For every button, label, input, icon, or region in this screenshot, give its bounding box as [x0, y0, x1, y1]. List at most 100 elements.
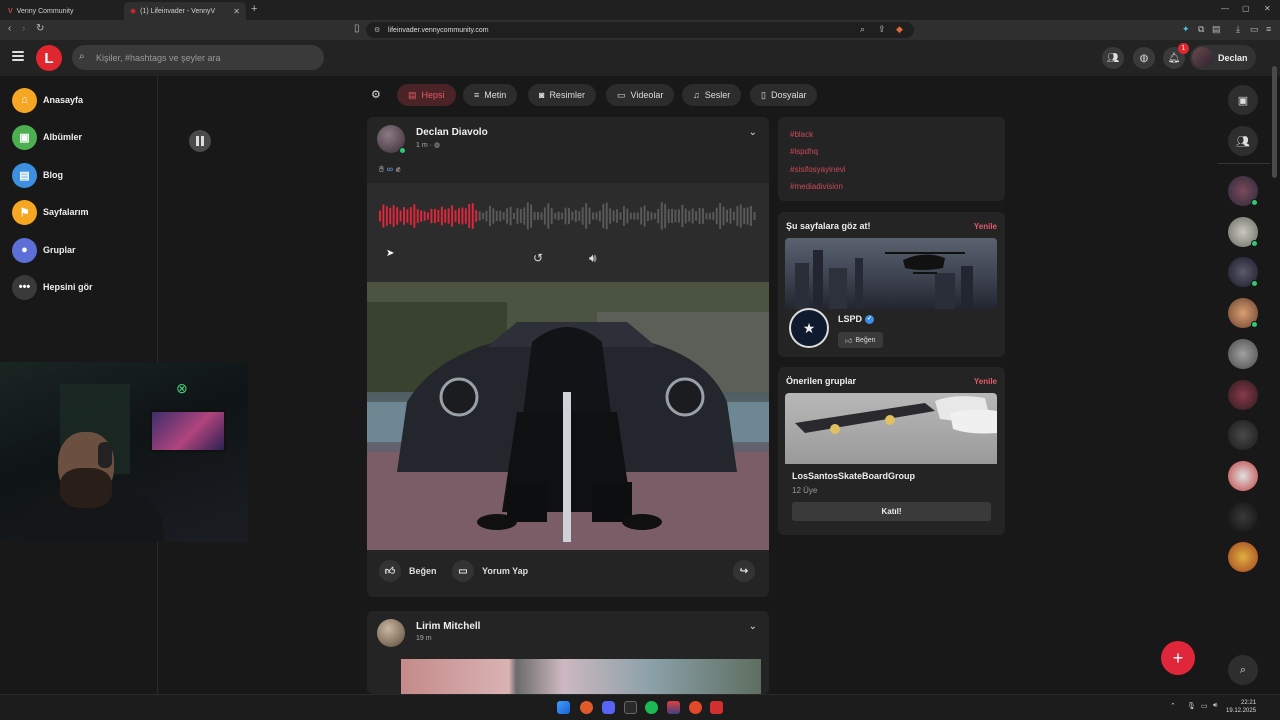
sidebar-item-albumler[interactable]: ▣ Albümler — [12, 124, 82, 150]
page-cover-image[interactable] — [785, 238, 997, 309]
spotify-icon[interactable] — [645, 701, 658, 714]
group-cover-image[interactable] — [785, 393, 997, 464]
scrollbar[interactable] — [1272, 66, 1277, 178]
browser-tab-venny[interactable]: V Venny Community — [2, 2, 120, 20]
filter-audio[interactable]: ♫ Sesler — [682, 84, 742, 106]
network-icon[interactable]: ▭ — [1201, 702, 1208, 710]
extensions-icon[interactable]: ✦ — [1182, 24, 1190, 35]
post-image[interactable] — [367, 282, 769, 550]
filter-files[interactable]: ▯ Dosyalar — [750, 84, 818, 106]
sidebar-item-anasayfa[interactable]: ⌂ Anasayfa — [12, 87, 83, 113]
volume-icon[interactable]: 🔊︎ — [589, 251, 597, 266]
friends-icon[interactable]: 👥︎ — [1102, 47, 1124, 69]
chevron-down-icon[interactable]: ⌄ — [749, 621, 757, 632]
contact-avatar[interactable] — [1228, 502, 1258, 532]
sidebar-item-blog[interactable]: ▤ Blog — [12, 162, 63, 188]
join-group-button[interactable]: Katıl! — [792, 502, 991, 521]
filter-text[interactable]: ≡ Metin — [463, 84, 518, 106]
tray-chevron-icon[interactable]: ⌃ — [1170, 702, 1176, 710]
windows-start-icon[interactable] — [557, 701, 570, 714]
share-icon[interactable]: ⇪ — [878, 24, 886, 35]
filter-settings-icon[interactable]: ⚙ — [371, 88, 381, 101]
filter-videos[interactable]: ▭ Videolar — [606, 84, 675, 106]
contact-avatar[interactable] — [1228, 461, 1258, 491]
replay-icon[interactable]: ↺ — [533, 251, 543, 265]
waveform-bar — [458, 208, 460, 224]
waveform-bar — [712, 212, 715, 220]
lifeinvader-logo[interactable]: L — [36, 45, 62, 71]
close-window-button[interactable]: ✕ — [1264, 4, 1271, 13]
messages-icon[interactable]: ◍ — [1133, 47, 1155, 69]
contact-avatar[interactable] — [1228, 339, 1258, 369]
puzzle-icon[interactable]: ⧉ — [1198, 24, 1204, 35]
forward-icon[interactable]: › — [22, 23, 25, 34]
chevron-down-icon[interactable]: ⌄ — [749, 127, 757, 138]
pause-icon — [196, 136, 204, 146]
page-name[interactable]: LSPD ✓ — [838, 314, 875, 325]
thumbs-up-icon: 👍︎ — [379, 560, 401, 582]
discord-icon[interactable] — [602, 701, 615, 714]
refresh-button[interactable]: Yenile — [974, 377, 997, 386]
like-page-button[interactable]: 👍︎ Beğen — [838, 332, 883, 348]
sidebar-item-sayfalarim[interactable]: ⚑ Sayfalarım — [12, 199, 89, 225]
chat-icon[interactable]: ▣ — [1228, 85, 1258, 115]
bookmark-icon[interactable]: ▯ — [354, 23, 360, 34]
app-close-icon[interactable] — [710, 701, 723, 714]
contact-avatar[interactable] — [1228, 420, 1258, 450]
wallet-icon[interactable]: ▭ — [1250, 24, 1259, 35]
hashtag-link[interactable]: #sisifosyayinevi — [790, 165, 846, 174]
find-friends-icon[interactable]: ⌕ — [1228, 655, 1258, 685]
close-tab-icon[interactable]: ✕ — [233, 7, 240, 16]
filter-images[interactable]: ◙ Resimler — [528, 84, 596, 106]
browser-menu-icon[interactable]: ≡ — [1266, 24, 1271, 34]
brave-shield-icon[interactable]: ◆ — [896, 24, 903, 35]
like-button[interactable]: 👍︎ Beğen — [379, 560, 437, 582]
download-icon[interactable]: ⤓ — [1236, 24, 1240, 35]
lspd-logo[interactable]: ★ — [789, 308, 829, 348]
address-bar[interactable]: lifeinvader.vennycommunity.com — [366, 22, 914, 38]
widget-title: Şu sayfalara göz at! — [786, 221, 871, 231]
share-button[interactable]: ↪ — [733, 560, 755, 582]
back-icon[interactable]: ‹ — [8, 23, 11, 34]
brave-browser-icon[interactable] — [580, 701, 593, 714]
maximize-window-button[interactable]: ▢ — [1242, 4, 1250, 13]
zoom-icon[interactable]: ⌕ — [860, 24, 865, 35]
audio-waveform[interactable] — [379, 195, 757, 237]
new-tab-button[interactable]: + — [251, 3, 257, 15]
mic-icon[interactable]: 🎙︎ — [1187, 702, 1196, 710]
browser-tab-lifeinvader[interactable]: ◉ (1) Lifeinvader - VennyV ✕ — [124, 2, 246, 20]
minimize-window-button[interactable]: — — [1221, 4, 1229, 13]
group-chat-icon[interactable]: 👥︎ — [1228, 126, 1258, 156]
taskbar-clock[interactable]: 22:21 19.12.2025 — [1226, 699, 1256, 715]
refresh-button[interactable]: Yenile — [974, 222, 997, 231]
app-close-icon[interactable] — [689, 701, 702, 714]
waveform-bar — [695, 211, 697, 221]
hashtag-link[interactable]: #lspdhq — [790, 147, 818, 156]
hashtag-link[interactable]: #black — [790, 130, 813, 139]
terminal-icon[interactable] — [624, 701, 637, 714]
app-icon[interactable] — [667, 701, 680, 714]
site-info-icon[interactable]: ⚙ — [374, 26, 380, 34]
filter-all[interactable]: ▤ Hepsi — [397, 84, 456, 106]
contact-avatar[interactable] — [1228, 542, 1258, 572]
menu-icon[interactable] — [12, 51, 24, 61]
reload-icon[interactable]: ↻ — [36, 23, 44, 34]
sidebar-toggle-icon[interactable]: ▤ — [1212, 24, 1221, 35]
sidebar-item-label: Gruplar — [43, 245, 76, 255]
volume-icon[interactable]: 🔊︎ — [1213, 702, 1217, 710]
sidebar-item-gruplar[interactable]: ● Gruplar — [12, 237, 76, 263]
comment-button[interactable]: ▭ Yorum Yap — [452, 560, 528, 582]
sidebar-item-hepsini-gor[interactable]: ••• Hepsini gör — [12, 274, 93, 300]
avatar[interactable] — [377, 619, 405, 647]
waveform-bar — [674, 209, 677, 223]
waveform-bar — [684, 208, 687, 224]
create-post-button[interactable]: + — [1161, 641, 1195, 675]
pause-button[interactable] — [189, 130, 211, 152]
post-author[interactable]: Lirim Mitchell — [416, 621, 480, 632]
contact-avatar[interactable] — [1228, 380, 1258, 410]
post-author[interactable]: Declan Diavolo — [416, 127, 488, 138]
post-image[interactable] — [401, 659, 761, 694]
hashtag-link[interactable]: #mediadivision — [790, 182, 843, 191]
search-input[interactable]: Kişiler, #hashtags ve şeyler ara — [72, 45, 324, 70]
group-name[interactable]: LosSantosSkateBoardGroup — [792, 471, 915, 481]
